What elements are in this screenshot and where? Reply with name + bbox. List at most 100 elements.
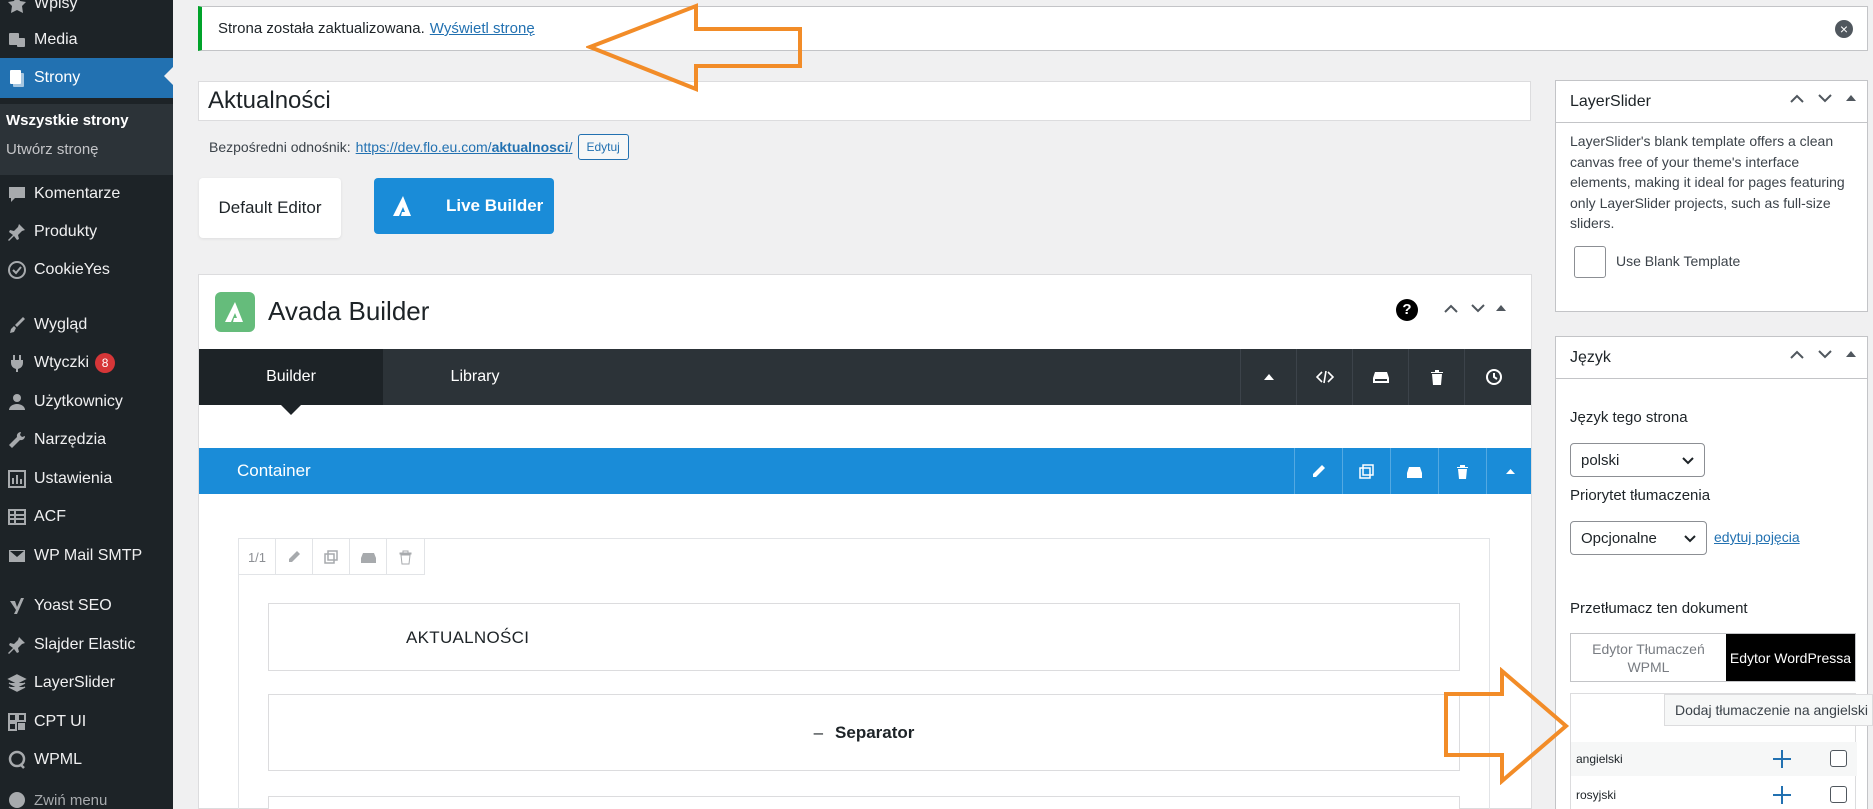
edit-container-button[interactable] xyxy=(1294,448,1342,494)
blank-template-checkbox[interactable] xyxy=(1574,246,1606,278)
wpml-icon xyxy=(0,750,34,770)
delete-column-button[interactable] xyxy=(387,539,424,575)
save-icon xyxy=(1407,466,1422,478)
language-name: angielski xyxy=(1576,752,1623,766)
pages-submenu: Wszystkie strony Utwórz stronę xyxy=(0,104,173,175)
menu-item-posts[interactable]: Wpisy xyxy=(0,0,173,22)
edit-terms-link[interactable]: edytuj pojęcia xyxy=(1714,529,1800,545)
toggle-panel-icon[interactable] xyxy=(1495,301,1507,319)
submenu-all-pages[interactable]: Wszystkie strony xyxy=(6,112,129,129)
pages-icon xyxy=(0,68,34,88)
code-view-button[interactable] xyxy=(1296,349,1352,405)
next-element[interactable] xyxy=(268,796,1460,809)
tab-wpml-translation-editor[interactable]: Edytor Tłumaczeń WPML xyxy=(1571,634,1726,681)
pin-icon xyxy=(0,0,34,14)
edit-permalink-button[interactable]: Edytuj xyxy=(577,134,629,160)
save-icon xyxy=(360,552,376,563)
title-element[interactable]: AKTUALNOŚCI xyxy=(268,603,1460,671)
plus-icon[interactable] xyxy=(1771,784,1793,806)
toggle-container-button[interactable] xyxy=(1486,448,1534,494)
plus-icon[interactable] xyxy=(1771,748,1793,770)
save-container-button[interactable] xyxy=(1390,448,1438,494)
history-button[interactable] xyxy=(1464,349,1520,405)
translation-checkbox[interactable] xyxy=(1830,750,1847,767)
menu-item-cpt-ui[interactable]: CPT UI xyxy=(0,704,173,740)
permalink-label: Bezpośredni odnośnik: xyxy=(209,139,351,155)
chevron-up-icon[interactable] xyxy=(1789,348,1805,360)
view-page-link[interactable]: Wyświetl stronę xyxy=(430,20,535,37)
help-icon[interactable]: ? xyxy=(1396,299,1418,321)
menu-item-yoast-seo[interactable]: Yoast SEO xyxy=(0,588,173,624)
column: 1/1 AKTUALNOŚCI – Separator xyxy=(238,538,1490,809)
cookie-icon xyxy=(0,260,34,280)
tab-builder[interactable]: Builder xyxy=(199,349,383,415)
menu-item-elastic-slider[interactable]: Slajder Elastic xyxy=(0,627,173,663)
save-template-button[interactable] xyxy=(1352,349,1408,405)
page-language-select[interactable]: polski xyxy=(1570,443,1705,477)
collapse-all-button[interactable] xyxy=(1240,349,1296,405)
menu-item-layerslider[interactable]: LayerSlider xyxy=(0,665,173,701)
tab-library[interactable]: Library xyxy=(383,349,567,405)
grid-icon xyxy=(0,712,34,732)
column-size-button[interactable]: 1/1 xyxy=(239,539,276,575)
layers-icon xyxy=(0,673,34,693)
menu-item-pages[interactable]: Strony xyxy=(0,58,173,98)
priority-label: Priorytet tłumaczenia xyxy=(1570,487,1711,504)
language-metabox-title: Język xyxy=(1570,348,1611,366)
close-icon[interactable]: × xyxy=(1835,20,1853,38)
separator-element[interactable]: – Separator xyxy=(268,694,1460,771)
save-column-button[interactable] xyxy=(350,539,387,575)
language-metabox-header[interactable]: Język xyxy=(1556,337,1867,379)
permalink-link[interactable]: https://dev.flo.eu.com/aktualnosci/ xyxy=(356,139,573,155)
menu-item-wp-mail-smtp[interactable]: WP Mail SMTP xyxy=(0,538,173,574)
clone-column-button[interactable] xyxy=(313,539,350,575)
page-title-input[interactable]: Aktualności xyxy=(198,81,1531,121)
menu-item-users[interactable]: Użytkownicy xyxy=(0,384,173,420)
save-icon xyxy=(1372,372,1389,383)
chevron-down-icon[interactable] xyxy=(1817,92,1833,104)
triangle-up-icon xyxy=(1506,468,1515,474)
submenu-add-page[interactable]: Utwórz stronę xyxy=(6,141,99,158)
avada-builder-panel: Avada Builder ? Builder Library Containe… xyxy=(198,274,1532,809)
priority-select[interactable]: Opcjonalne xyxy=(1570,521,1707,555)
menu-item-wpml[interactable]: WPML xyxy=(0,742,173,778)
clone-container-button[interactable] xyxy=(1342,448,1390,494)
menu-item-comments[interactable]: Komentarze xyxy=(0,176,173,212)
chevron-up-icon[interactable] xyxy=(1789,92,1805,104)
menu-item-settings[interactable]: Ustawienia xyxy=(0,461,173,497)
container-bar[interactable]: Container xyxy=(199,448,1531,494)
layerslider-metabox-header[interactable]: LayerSlider xyxy=(1556,81,1867,123)
menu-item-products[interactable]: Produkty xyxy=(0,214,173,250)
menu-item-media[interactable]: Media xyxy=(0,22,173,58)
brush-icon xyxy=(0,315,34,335)
chevron-up-icon[interactable] xyxy=(1443,301,1459,319)
tab-wordpress-editor[interactable]: Edytor WordPressa xyxy=(1725,634,1855,681)
toggle-panel-icon[interactable] xyxy=(1845,92,1857,104)
translation-checkbox[interactable] xyxy=(1830,786,1847,803)
menu-item-acf[interactable]: ACF xyxy=(0,499,173,535)
plugin-update-badge: 8 xyxy=(95,353,116,373)
toggle-panel-icon[interactable] xyxy=(1845,348,1857,360)
separator-label: Separator xyxy=(835,722,915,742)
delete-all-button[interactable] xyxy=(1408,349,1464,405)
menu-item-collapse[interactable]: Zwiń menu xyxy=(0,782,173,809)
language-name: rosyjski xyxy=(1576,788,1617,802)
menu-item-plugins[interactable]: Wtyczki 8 xyxy=(0,345,173,381)
default-editor-button[interactable]: Default Editor xyxy=(199,178,341,238)
edit-column-button[interactable] xyxy=(276,539,313,575)
avada-header: Avada Builder ? xyxy=(199,275,1531,348)
menu-item-tools[interactable]: Narzędzia xyxy=(0,422,173,458)
translation-editor-tabs: Edytor Tłumaczeń WPML Edytor WordPressa xyxy=(1570,633,1856,682)
clone-icon xyxy=(1359,463,1374,479)
chevron-down-icon xyxy=(1682,457,1694,465)
menu-item-cookieyes[interactable]: CookieYes xyxy=(0,252,173,288)
live-builder-button[interactable]: Live Builder xyxy=(374,178,554,234)
delete-container-button[interactable] xyxy=(1438,448,1486,494)
history-icon xyxy=(1485,369,1502,385)
menu-item-appearance[interactable]: Wygląd xyxy=(0,307,173,343)
chevron-down-icon[interactable] xyxy=(1470,301,1486,319)
chevron-down-icon[interactable] xyxy=(1817,348,1833,360)
admin-sidebar: Wpisy Media Strony Wszystkie strony Utwó… xyxy=(0,0,173,809)
trash-icon xyxy=(1457,464,1468,479)
code-icon xyxy=(1315,370,1334,384)
